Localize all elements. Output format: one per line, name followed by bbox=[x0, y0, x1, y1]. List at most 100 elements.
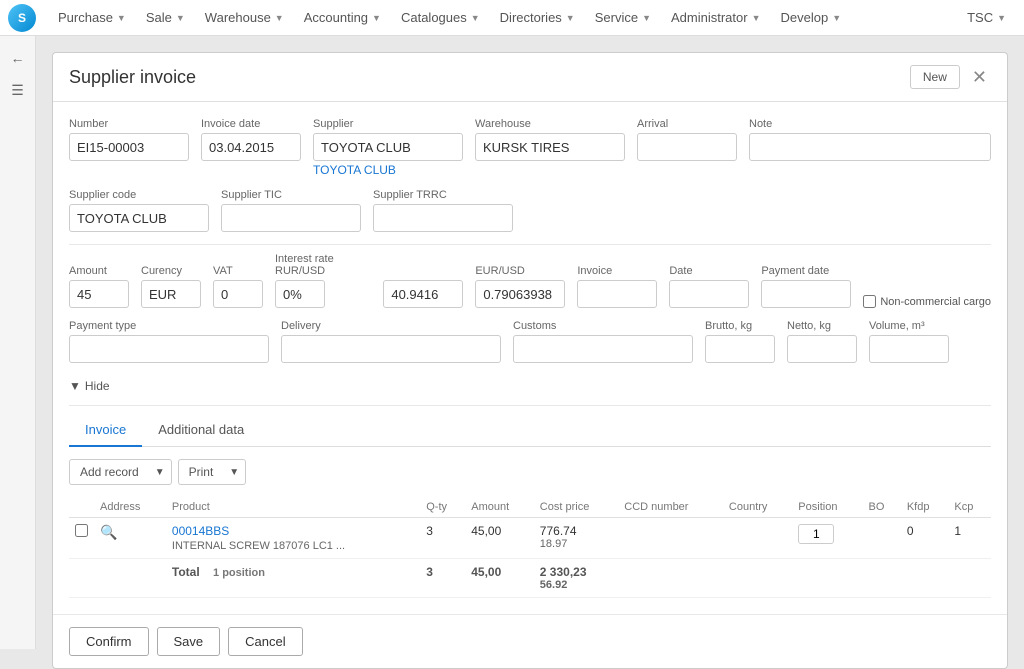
form-row-4: Payment type Delivery Customs Brutto, kg bbox=[69, 320, 991, 363]
payment-type-input[interactable] bbox=[69, 335, 269, 363]
table-row: 🔍 00014BBS INTERNAL SCREW 187076 LC1 ...… bbox=[69, 518, 991, 559]
nav-sale[interactable]: Sale ▼ bbox=[136, 0, 195, 36]
tab-additional-data[interactable]: Additional data bbox=[142, 414, 260, 447]
close-button[interactable]: ✕ bbox=[968, 67, 991, 88]
payment-date-input[interactable] bbox=[761, 280, 851, 308]
number-input[interactable] bbox=[69, 133, 189, 161]
invoice-input[interactable] bbox=[577, 280, 657, 308]
number-group: Number bbox=[69, 118, 189, 161]
hide-arrow-icon: ▼ bbox=[69, 379, 81, 393]
add-record-dropdown[interactable]: ▼ bbox=[149, 459, 172, 485]
amount-input[interactable] bbox=[69, 280, 129, 308]
total-label: Total bbox=[172, 565, 200, 579]
supplier-trrc-group: Supplier TRRC bbox=[373, 189, 513, 232]
print-button[interactable]: Print bbox=[178, 459, 224, 485]
nav-catalogues[interactable]: Catalogues ▼ bbox=[391, 0, 490, 36]
nav-accounting-arrow: ▼ bbox=[372, 13, 381, 23]
row-bo bbox=[863, 518, 901, 559]
arrival-input[interactable] bbox=[637, 133, 737, 161]
col-ccd: CCD number bbox=[618, 497, 723, 518]
table-total-row: Total 1 position 3 45,00 2 330,23 56.92 bbox=[69, 559, 991, 598]
supplier-code-input[interactable] bbox=[69, 204, 209, 232]
top-navigation: S Purchase ▼ Sale ▼ Warehouse ▼ Accounti… bbox=[0, 0, 1024, 36]
col-product: Product bbox=[166, 497, 420, 518]
print-dropdown[interactable]: ▼ bbox=[223, 459, 246, 485]
sidebar-list-button[interactable]: ☰ bbox=[4, 76, 32, 104]
payment-date-group: Payment date bbox=[761, 265, 851, 308]
col-bo: BO bbox=[863, 497, 901, 518]
add-record-button[interactable]: Add record bbox=[69, 459, 149, 485]
sidebar-back-button[interactable]: ← bbox=[4, 44, 32, 72]
row-address: 🔍 bbox=[94, 518, 166, 559]
netto-input[interactable] bbox=[787, 335, 857, 363]
row-product: 00014BBS INTERNAL SCREW 187076 LC1 ... bbox=[166, 518, 420, 559]
hide-label: Hide bbox=[85, 379, 110, 393]
new-button[interactable]: New bbox=[910, 65, 960, 89]
user-menu[interactable]: TSC ▼ bbox=[957, 0, 1016, 36]
supplier-code-label: Supplier code bbox=[69, 189, 209, 201]
supplier-tic-input[interactable] bbox=[221, 204, 361, 232]
nav-develop[interactable]: Develop ▼ bbox=[771, 0, 852, 36]
supplier-input[interactable] bbox=[313, 133, 463, 161]
nav-service[interactable]: Service ▼ bbox=[585, 0, 661, 36]
col-qty: Q-ty bbox=[420, 497, 465, 518]
form-row-3: Amount Curency VAT Interest rate RUR/USD bbox=[69, 253, 991, 308]
save-button[interactable]: Save bbox=[157, 627, 221, 656]
non-commercial-label[interactable]: Non-commercial cargo bbox=[863, 295, 991, 308]
nav-accounting[interactable]: Accounting ▼ bbox=[294, 0, 391, 36]
rur-usd-input[interactable] bbox=[383, 280, 463, 308]
nav-purchase[interactable]: Purchase ▼ bbox=[48, 0, 136, 36]
volume-group: Volume, m³ bbox=[869, 320, 949, 363]
note-input[interactable] bbox=[749, 133, 991, 161]
dialog-footer: Confirm Save Cancel bbox=[53, 614, 1007, 668]
table-header-row: Address Product Q-ty Amount Cost price C… bbox=[69, 497, 991, 518]
date-label: Date bbox=[669, 265, 749, 277]
supplier-trrc-input[interactable] bbox=[373, 204, 513, 232]
row-position[interactable] bbox=[792, 518, 862, 559]
payment-type-label: Payment type bbox=[69, 320, 269, 332]
volume-input[interactable] bbox=[869, 335, 949, 363]
invoice-date-input[interactable] bbox=[201, 133, 301, 161]
row-position-input[interactable] bbox=[798, 524, 834, 544]
dialog-header: Supplier invoice New ✕ bbox=[53, 53, 1007, 102]
nav-directories-arrow: ▼ bbox=[566, 13, 575, 23]
eur-usd-input[interactable] bbox=[475, 280, 565, 308]
row-search-icon[interactable]: 🔍 bbox=[100, 524, 117, 540]
payment-date-label: Payment date bbox=[761, 265, 851, 277]
dialog-title: Supplier invoice bbox=[69, 67, 196, 88]
row-amount: 45,00 bbox=[465, 518, 534, 559]
non-commercial-checkbox[interactable] bbox=[863, 295, 876, 308]
invoice-group: Invoice bbox=[577, 265, 657, 308]
note-group: Note bbox=[749, 118, 991, 161]
nav-directories[interactable]: Directories ▼ bbox=[490, 0, 585, 36]
interest-rate-label: Interest rate RUR/USD bbox=[275, 253, 371, 277]
row-product-name: INTERNAL SCREW 187076 LC1 ... bbox=[172, 540, 345, 552]
hide-toggle[interactable]: ▼ Hide bbox=[69, 375, 991, 397]
invoice-date-group: Invoice date bbox=[201, 118, 301, 161]
tab-invoice[interactable]: Invoice bbox=[69, 414, 142, 447]
brutto-input[interactable] bbox=[705, 335, 775, 363]
app-logo[interactable]: S bbox=[8, 4, 36, 32]
nav-develop-arrow: ▼ bbox=[832, 13, 841, 23]
vat-input[interactable] bbox=[213, 280, 263, 308]
total-label-cell: Total 1 position bbox=[166, 559, 420, 598]
row-checkbox[interactable] bbox=[75, 524, 88, 537]
date-input[interactable] bbox=[669, 280, 749, 308]
nav-administrator-arrow: ▼ bbox=[752, 13, 761, 23]
total-cost: 2 330,23 56.92 bbox=[534, 559, 618, 598]
cancel-button[interactable]: Cancel bbox=[228, 627, 302, 656]
confirm-button[interactable]: Confirm bbox=[69, 627, 149, 656]
invoice-table: Address Product Q-ty Amount Cost price C… bbox=[69, 497, 991, 598]
supplier-link[interactable]: TOYOTA CLUB bbox=[313, 163, 463, 177]
nav-administrator[interactable]: Administrator ▼ bbox=[661, 0, 771, 36]
total-qty: 3 bbox=[420, 559, 465, 598]
amount-label: Amount bbox=[69, 265, 129, 277]
warehouse-input[interactable] bbox=[475, 133, 625, 161]
row-product-link[interactable]: 00014BBS bbox=[172, 524, 414, 538]
row-cost-price: 776.74 18.97 bbox=[534, 518, 618, 559]
currency-input[interactable] bbox=[141, 280, 201, 308]
interest-rate-input[interactable] bbox=[275, 280, 325, 308]
delivery-input[interactable] bbox=[281, 335, 501, 363]
nav-warehouse[interactable]: Warehouse ▼ bbox=[195, 0, 294, 36]
customs-input[interactable] bbox=[513, 335, 693, 363]
